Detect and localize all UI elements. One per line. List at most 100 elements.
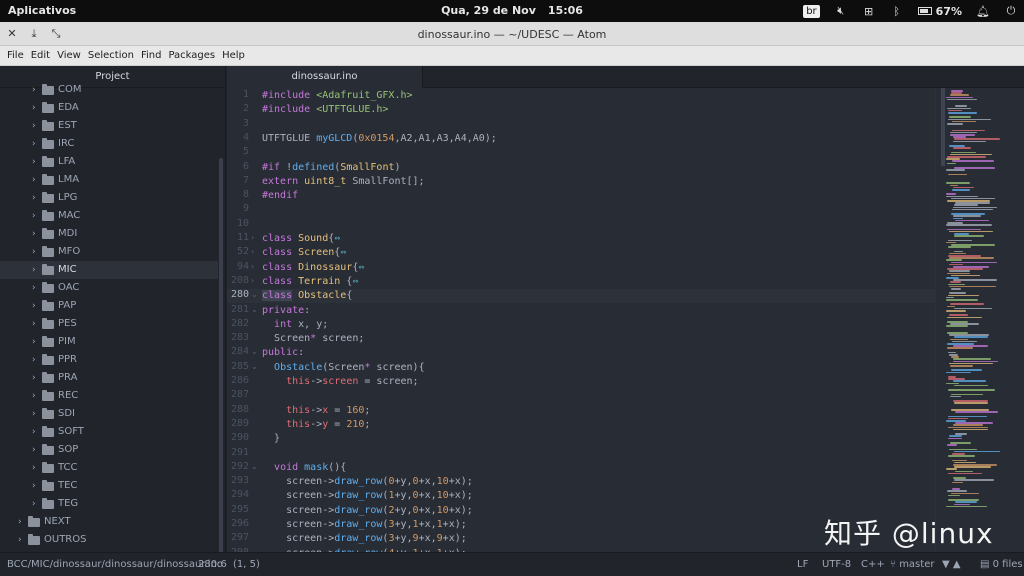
- chevron-right-icon[interactable]: ›: [18, 531, 22, 549]
- code-area[interactable]: #include <Adafruit_GFX.h> #include <UTFTG…: [262, 88, 932, 552]
- tree-item-pap[interactable]: › PAP: [0, 297, 218, 315]
- minimap[interactable]: [935, 88, 1024, 552]
- fold-toggle-icon[interactable]: ›: [251, 233, 254, 242]
- keyboard-layout-indicator[interactable]: br: [803, 4, 820, 18]
- chevron-right-icon[interactable]: ›: [32, 261, 36, 279]
- menu-help[interactable]: Help: [219, 50, 248, 61]
- code-line[interactable]: void mask(){: [262, 461, 346, 475]
- tree-item-est[interactable]: › EST: [0, 117, 218, 135]
- code-line[interactable]: }: [262, 432, 280, 446]
- tree-item-sdi[interactable]: › SDI: [0, 405, 218, 423]
- menu-packages[interactable]: Packages: [165, 50, 218, 61]
- sidebar-scrollbar[interactable]: [219, 158, 223, 552]
- tree-item-teg[interactable]: › TEG: [0, 495, 218, 513]
- tree-item-pra[interactable]: › PRA: [0, 369, 218, 387]
- code-line[interactable]: screen->draw_row(0+y,0+x,10+x);: [262, 475, 473, 489]
- tree-item-irc[interactable]: › IRC: [0, 135, 218, 153]
- tree-item-ppr[interactable]: › PPR: [0, 351, 218, 369]
- fold-toggle-icon[interactable]: ⌄: [251, 362, 258, 371]
- power-icon[interactable]: ⏻: [1004, 4, 1018, 18]
- minimap-scroll-thumb[interactable]: [941, 88, 945, 166]
- tree-item-tec[interactable]: › TEC: [0, 477, 218, 495]
- chevron-right-icon[interactable]: ›: [32, 225, 36, 243]
- code-line[interactable]: this->y = 210;: [262, 418, 370, 432]
- fold-toggle-icon[interactable]: ⌄: [251, 462, 258, 471]
- code-line[interactable]: class Screen{⇔: [262, 246, 346, 260]
- status-cursor-position[interactable]: 280:6: [198, 559, 227, 570]
- chevron-right-icon[interactable]: ›: [32, 171, 36, 189]
- menu-edit[interactable]: Edit: [28, 50, 53, 61]
- tree-item-tcc[interactable]: › TCC: [0, 459, 218, 477]
- chevron-right-icon[interactable]: ›: [32, 153, 36, 171]
- git-fetch-buttons[interactable]: ▼ ▲: [942, 559, 961, 570]
- code-line[interactable]: #include <Adafruit_GFX.h>: [262, 89, 413, 103]
- volume-muted-icon[interactable]: 🔇︎: [834, 4, 848, 18]
- tab-dinossaur-ino[interactable]: dinossaur.ino: [227, 66, 423, 88]
- tree-item-com[interactable]: › COM: [0, 81, 218, 99]
- code-line[interactable]: private:: [262, 304, 310, 318]
- status-git-branch[interactable]: ⑂ master: [890, 559, 934, 570]
- notification-bell-icon[interactable]: 🔔︎: [976, 5, 990, 18]
- chevron-right-icon[interactable]: ›: [32, 279, 36, 297]
- code-line[interactable]: Screen* screen;: [262, 332, 364, 346]
- status-grammar[interactable]: C++: [861, 559, 885, 570]
- tree-item-oac[interactable]: › OAC: [0, 279, 218, 297]
- tree-item-pes[interactable]: › PES: [0, 315, 218, 333]
- fold-toggle-icon[interactable]: ⌄: [251, 305, 258, 314]
- chevron-right-icon[interactable]: ›: [32, 387, 36, 405]
- chevron-right-icon[interactable]: ›: [32, 459, 36, 477]
- menu-file[interactable]: File: [4, 50, 27, 61]
- code-line[interactable]: class Obstacle{: [262, 289, 352, 303]
- menu-view[interactable]: View: [54, 50, 84, 61]
- chevron-right-icon[interactable]: ›: [32, 405, 36, 423]
- fold-toggle-icon[interactable]: ›: [251, 276, 254, 285]
- code-line[interactable]: screen->draw_row(3+y,1+x,1+x);: [262, 518, 467, 532]
- menu-selection[interactable]: Selection: [85, 50, 137, 61]
- status-file-path[interactable]: BCC/MIC/dinossaur/dinossaur/dinossaur.in…: [7, 559, 223, 570]
- chevron-right-icon[interactable]: ›: [32, 207, 36, 225]
- bluetooth-icon[interactable]: ᛒ: [890, 5, 904, 18]
- chevron-right-icon[interactable]: ›: [32, 135, 36, 153]
- status-github[interactable]: ▤ 0 files: [980, 559, 1023, 570]
- code-line[interactable]: UTFTGLUE myGLCD(0x0154,A2,A1,A3,A4,A0);: [262, 132, 497, 146]
- code-editor[interactable]: 1 2 3 4 5 6 7 8 9 10 11 › 52 › 94 › 208 › 280 ⌄ 281 ⌄ 282 283 28…: [227, 88, 935, 552]
- fold-toggle-icon[interactable]: ⌄: [251, 290, 258, 299]
- code-line[interactable]: #endif: [262, 189, 298, 203]
- status-encoding[interactable]: UTF-8: [822, 559, 851, 570]
- code-line[interactable]: screen->draw_row(1+y,0+x,10+x);: [262, 489, 473, 503]
- code-line[interactable]: screen->draw_row(2+y,0+x,10+x);: [262, 504, 473, 518]
- chevron-right-icon[interactable]: ›: [32, 369, 36, 387]
- chevron-right-icon[interactable]: ›: [32, 297, 36, 315]
- tree-item-eda[interactable]: › EDA: [0, 99, 218, 117]
- code-line[interactable]: class Terrain {⇔: [262, 275, 358, 289]
- tree-item-outros[interactable]: › OUTROS: [0, 531, 218, 549]
- chevron-right-icon[interactable]: ›: [32, 423, 36, 441]
- code-line[interactable]: #include <UTFTGLUE.h>: [262, 103, 388, 117]
- tree-item-pim[interactable]: › PIM: [0, 333, 218, 351]
- tree-item-mic[interactable]: › MIC: [0, 261, 218, 279]
- code-line[interactable]: screen->draw_row(3+y,9+x,9+x);: [262, 532, 467, 546]
- tree-item-lfa[interactable]: › LFA: [0, 153, 218, 171]
- code-line[interactable]: class Dinossaur{⇔: [262, 261, 364, 275]
- tree-item-lma[interactable]: › LMA: [0, 171, 218, 189]
- tree-item-sop[interactable]: › SOP: [0, 441, 218, 459]
- chevron-right-icon[interactable]: ›: [32, 99, 36, 117]
- chevron-right-icon[interactable]: ›: [32, 243, 36, 261]
- chevron-right-icon[interactable]: ›: [32, 333, 36, 351]
- chevron-right-icon[interactable]: ›: [18, 513, 22, 531]
- fold-toggle-icon[interactable]: ⌄: [251, 347, 258, 356]
- battery-indicator[interactable]: 67%: [917, 5, 962, 18]
- chevron-right-icon[interactable]: ›: [32, 189, 36, 207]
- code-line[interactable]: public:: [262, 346, 304, 360]
- code-line[interactable]: int x, y;: [262, 318, 328, 332]
- code-line[interactable]: this->screen = screen;: [262, 375, 418, 389]
- chevron-right-icon[interactable]: ›: [32, 495, 36, 513]
- code-line[interactable]: extern uint8_t SmallFont[];: [262, 175, 425, 189]
- chevron-right-icon[interactable]: ›: [32, 117, 36, 135]
- chevron-right-icon[interactable]: ›: [32, 315, 36, 333]
- tree-item-rec[interactable]: › REC: [0, 387, 218, 405]
- status-selection-count[interactable]: (1, 5): [233, 559, 260, 570]
- tree-item-mfo[interactable]: › MFO: [0, 243, 218, 261]
- chevron-right-icon[interactable]: ›: [32, 477, 36, 495]
- menu-find[interactable]: Find: [138, 50, 165, 61]
